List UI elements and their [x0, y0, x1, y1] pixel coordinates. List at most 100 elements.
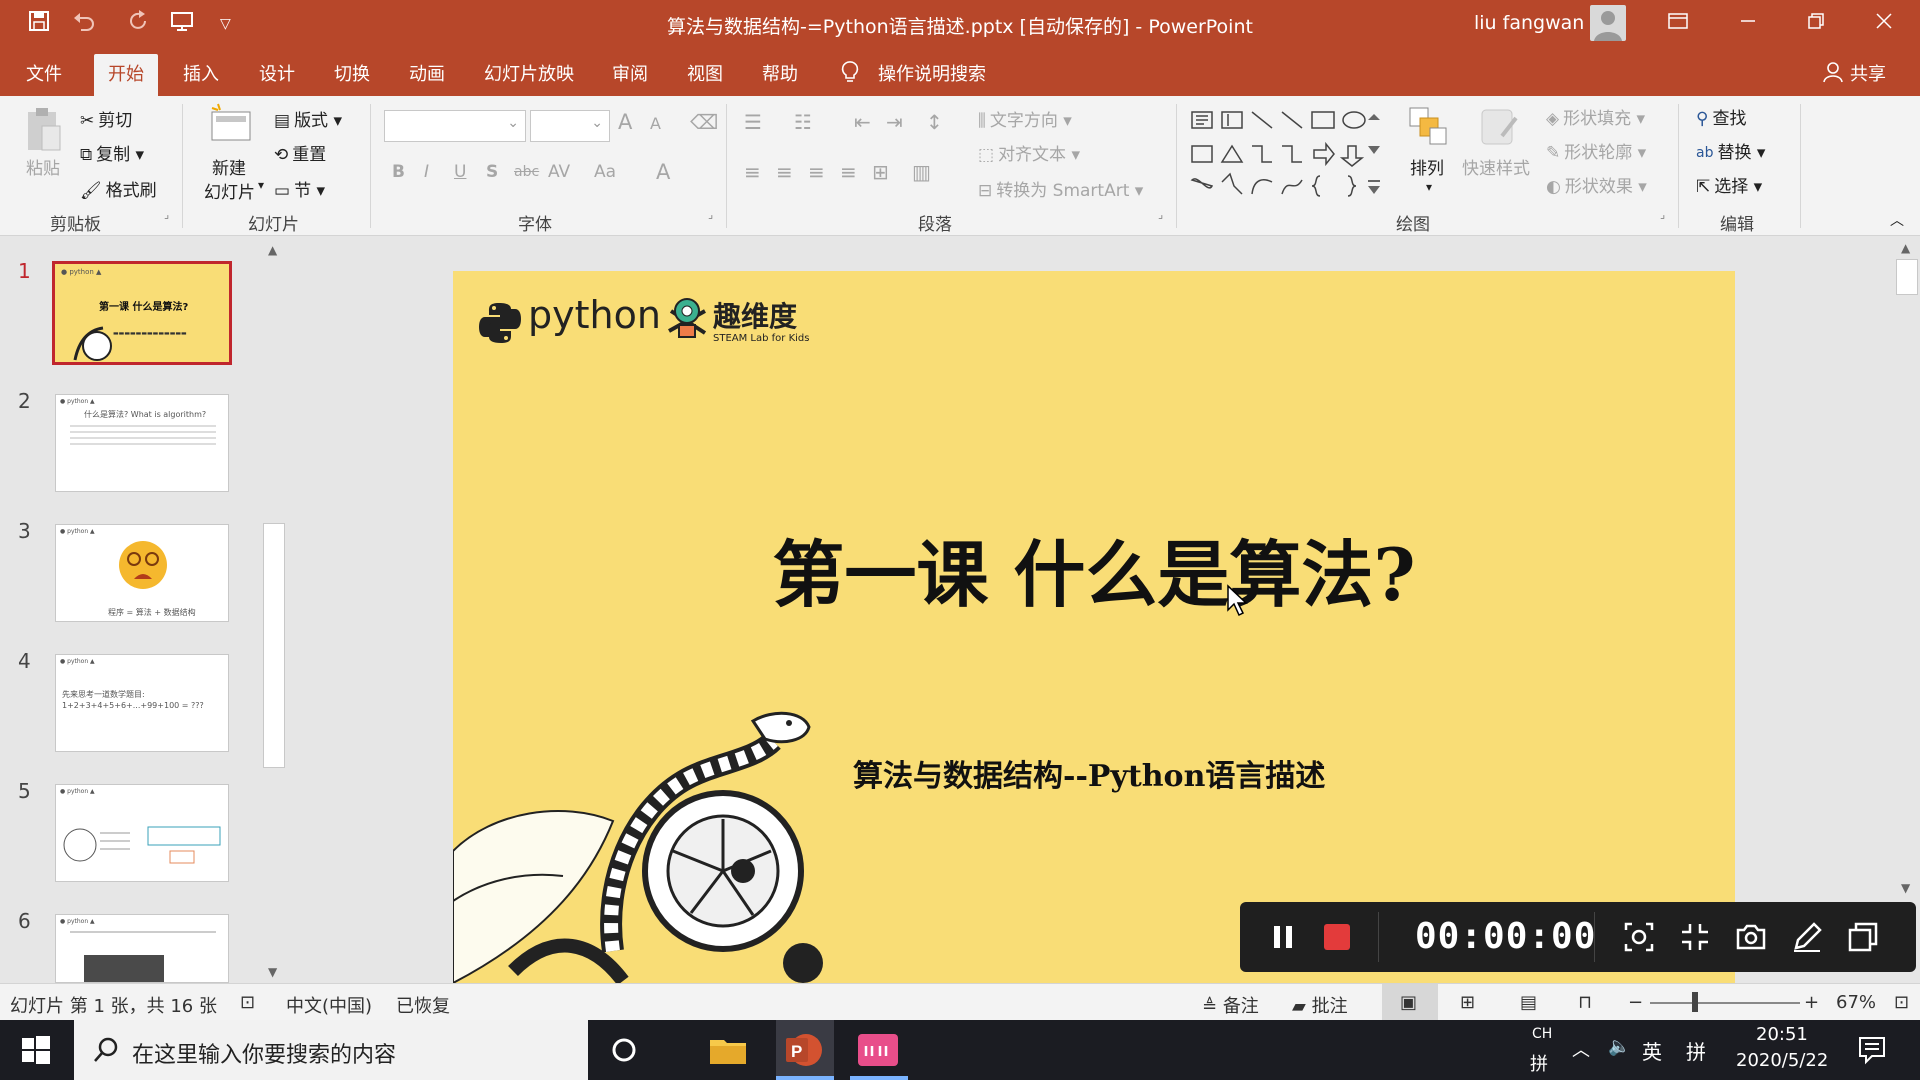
slide-thumbnail-1[interactable]: ● python ▲ 第一课 什么是算法? ▬▬▬▬▬▬▬▬▬▬▬▬▬ — [52, 261, 232, 365]
smartart-button[interactable]: ⊟ 转换为 SmartArt ▾ — [978, 176, 1143, 201]
slide-thumbnail-5[interactable]: ● python ▲ — [55, 784, 229, 882]
tab-view[interactable]: 视图 — [687, 60, 723, 86]
language-indicator[interactable]: 中文(中国) — [286, 992, 372, 1018]
scroll-down-icon[interactable]: ▼ — [268, 965, 277, 979]
tab-animations[interactable]: 动画 — [409, 60, 445, 86]
shadow-button[interactable]: S — [486, 162, 498, 182]
reading-view-icon[interactable]: ▤ — [1520, 992, 1537, 1013]
user-name[interactable]: liu fangwan — [1474, 12, 1584, 34]
slide-title[interactable]: 第一课 什么是算法? — [453, 516, 1735, 621]
mini-window-icon[interactable] — [1846, 920, 1880, 954]
slide-count[interactable]: 幻灯片 第 1 张，共 16 张 — [10, 992, 217, 1018]
new-slide-label-1[interactable]: 新建 — [212, 154, 246, 179]
volume-icon[interactable]: 🔈 — [1608, 1036, 1630, 1057]
windows-start-icon[interactable] — [14, 1028, 58, 1072]
fit-to-window-icon[interactable]: ⊡ — [1894, 992, 1909, 1013]
ime-mode[interactable]: 拼 — [1530, 1050, 1548, 1076]
select-button[interactable]: ⇱ 选择 ▾ — [1696, 172, 1762, 197]
dialog-launcher-icon[interactable]: ⌟ — [164, 208, 169, 221]
comments-button[interactable]: ▰ 批注 — [1292, 992, 1348, 1018]
tab-design[interactable]: 设计 — [259, 60, 295, 86]
stop-recording-icon[interactable] — [1320, 920, 1354, 954]
scroll-up-icon[interactable]: ▲ — [1901, 241, 1910, 255]
quick-styles-button[interactable]: 快速样式 — [1462, 154, 1530, 179]
replace-button[interactable]: ab 替换 ▾ — [1696, 138, 1765, 163]
pen-icon[interactable] — [1790, 920, 1824, 954]
decrease-indent-icon[interactable]: ⇤ — [854, 110, 871, 134]
normal-view-icon[interactable]: ▣ — [1400, 992, 1417, 1013]
taskbar-search-box[interactable]: 在这里输入你要搜索的内容 — [74, 1020, 588, 1080]
close-icon[interactable] — [1864, 8, 1904, 38]
new-slide-dropdown-icon[interactable]: ▾ — [258, 178, 264, 192]
quick-styles-icon[interactable] — [1478, 106, 1524, 152]
share-icon[interactable] — [1822, 60, 1844, 89]
avatar[interactable] — [1590, 5, 1626, 41]
pause-icon[interactable] — [1266, 920, 1300, 954]
notes-button[interactable]: ≜ 备注 — [1202, 992, 1259, 1018]
font-color-button[interactable]: A — [656, 160, 670, 184]
italic-button[interactable]: I — [424, 162, 429, 182]
zoom-in-icon[interactable]: + — [1804, 992, 1819, 1013]
clear-format-icon[interactable]: ⌫ — [690, 110, 718, 134]
exit-fullscreen-icon[interactable] — [1678, 920, 1712, 954]
slideshow-view-icon[interactable]: ⊓ — [1578, 992, 1592, 1013]
slide-subtitle[interactable]: 算法与数据结构--Python语言描述 — [853, 751, 1325, 795]
align-text-button[interactable]: ⬚ 对齐文本 ▾ — [978, 140, 1080, 165]
zoom-slider-track[interactable] — [1650, 1002, 1800, 1004]
shrink-font-button[interactable]: A — [650, 114, 661, 133]
columns-icon[interactable]: ▥ — [912, 160, 931, 184]
slide-thumbnail-4[interactable]: ● python ▲ 先来思考一道数学题目: 1+2+3+4+5+6+...+9… — [55, 654, 229, 752]
input-language[interactable]: 英 — [1642, 1036, 1662, 1065]
underline-button[interactable]: U — [454, 162, 466, 182]
slide-sorter-icon[interactable]: ⊞ — [1460, 992, 1475, 1013]
new-slide-icon[interactable] — [208, 102, 256, 148]
align-left-icon[interactable]: ≡ — [744, 160, 761, 184]
clock-date[interactable]: 2020/5/22 — [1736, 1050, 1828, 1071]
zoom-level[interactable]: 67% — [1836, 992, 1876, 1013]
collapse-ribbon-icon[interactable]: ︿ — [1890, 210, 1904, 230]
show-hidden-icons-icon[interactable]: ︿ — [1572, 1036, 1590, 1062]
ribbon-display-options-icon[interactable] — [1658, 8, 1698, 38]
notification-center-icon[interactable] — [1850, 1028, 1894, 1072]
powerpoint-icon[interactable]: P — [782, 1028, 826, 1072]
clock-time[interactable]: 20:51 — [1756, 1024, 1808, 1045]
arrange-icon[interactable] — [1406, 104, 1452, 150]
slide-1[interactable]: python 趣维度 STEAM Lab for Kids 第一课 什么是算法?… — [453, 271, 1735, 983]
slide-thumbnail-3[interactable]: ● python ▲ 程序 = 算法 + 数据结构 — [55, 524, 229, 622]
file-explorer-icon[interactable] — [706, 1028, 750, 1072]
bold-button[interactable]: B — [392, 162, 405, 182]
share-button[interactable]: 共享 — [1850, 60, 1886, 86]
tab-file[interactable]: 文件 — [26, 60, 62, 86]
tab-insert[interactable]: 插入 — [183, 60, 219, 86]
shape-effects-button[interactable]: ◐ 形状效果 ▾ — [1546, 172, 1647, 197]
font-size-combo[interactable]: ⌄ — [530, 110, 610, 142]
camera-icon[interactable] — [1734, 920, 1768, 954]
align-right-icon[interactable]: ≡ — [808, 160, 825, 184]
format-painter-button[interactable]: 🖌 格式刷 — [80, 176, 157, 201]
distributed-icon[interactable]: ⊞ — [872, 160, 889, 184]
ime-pinyin[interactable]: 拼 — [1686, 1036, 1706, 1065]
cortana-icon[interactable] — [602, 1028, 646, 1072]
section-button[interactable]: ▭ 节 ▾ — [274, 176, 325, 201]
shapes-gallery[interactable] — [1188, 106, 1386, 202]
font-name-combo[interactable]: ⌄ — [384, 110, 526, 142]
scroll-thumb[interactable] — [1896, 259, 1918, 295]
reset-button[interactable]: ⟲ 重置 — [274, 140, 326, 165]
paste-button[interactable]: 粘贴 — [26, 154, 60, 179]
restore-icon[interactable] — [1796, 8, 1836, 38]
new-slide-label-2[interactable]: 幻灯片 — [204, 178, 255, 203]
scroll-down-icon[interactable]: ▼ — [1901, 881, 1910, 895]
minimize-icon[interactable] — [1728, 8, 1768, 38]
line-spacing-icon[interactable]: ↕ — [926, 110, 943, 134]
tab-home[interactable]: 开始 — [94, 54, 158, 96]
numbering-icon[interactable]: ☷ — [794, 110, 812, 134]
zoom-out-icon[interactable]: − — [1628, 992, 1643, 1013]
dialog-launcher-icon[interactable]: ⌟ — [1158, 208, 1163, 221]
text-direction-button[interactable]: ⫼ 文字方向 ▾ — [978, 106, 1072, 131]
shape-outline-button[interactable]: ✎ 形状轮廓 ▾ — [1546, 138, 1646, 163]
bilibili-icon[interactable] — [856, 1028, 900, 1072]
dialog-launcher-icon[interactable]: ⌟ — [708, 208, 713, 221]
region-capture-icon[interactable] — [1622, 920, 1656, 954]
shape-fill-button[interactable]: ◈ 形状填充 ▾ — [1546, 104, 1645, 129]
tab-slideshow[interactable]: 幻灯片放映 — [484, 60, 574, 86]
